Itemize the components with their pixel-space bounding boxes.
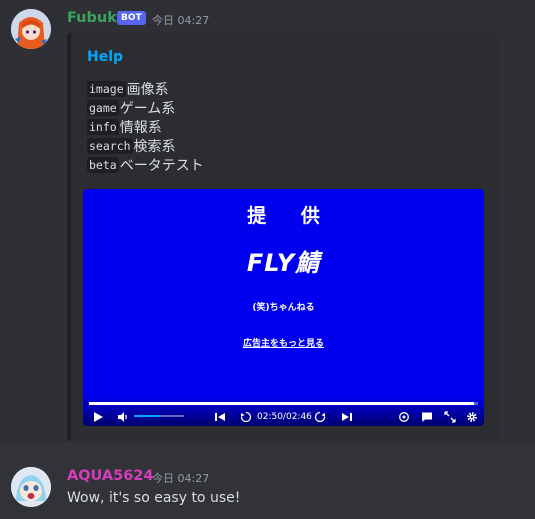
video-more-ads-link[interactable]: 広告主をもっと見る [83, 336, 484, 349]
command-row: info 情報系 [87, 117, 204, 136]
user-username[interactable]: AQUA5624 [67, 468, 153, 484]
command-code: search [87, 137, 133, 154]
command-desc: 検索系 [133, 138, 176, 155]
settings-gear-icon[interactable] [466, 411, 478, 423]
command-row: search 検索系 [87, 136, 204, 155]
bot-badge: BOT [117, 11, 146, 25]
command-code: image [87, 80, 126, 97]
command-list: image 画像系 game ゲーム系 info 情報系 search 検索系 … [87, 79, 204, 174]
video-progress-track[interactable] [89, 402, 478, 405]
command-desc: 画像系 [126, 81, 169, 98]
video-sponsor-text: (笑)ちゃんねる [252, 303, 315, 313]
video-logo-text: FLY鯖 [246, 249, 321, 277]
rewind-icon[interactable] [240, 411, 252, 423]
command-desc: 情報系 [119, 119, 162, 136]
volume-slider-fill [134, 415, 159, 417]
video-player[interactable]: 提 供 FLY鯖 (笑)ちゃんねる 広告主をもっと見る 02:50/02:46 [83, 189, 484, 426]
command-row: game ゲーム系 [87, 98, 204, 117]
volume-slider[interactable] [134, 415, 184, 417]
captions-icon[interactable] [421, 411, 433, 423]
command-row: beta ベータテスト [87, 155, 204, 174]
message-timestamp: 今日 04:27 [152, 14, 210, 27]
bot-username[interactable]: Fubuki [67, 10, 122, 26]
message-timestamp: 今日 04:27 [152, 472, 210, 485]
command-row: image 画像系 [87, 79, 204, 98]
command-code: game [87, 99, 119, 116]
command-desc: ベータテスト [119, 157, 204, 174]
fullscreen-icon[interactable] [444, 411, 456, 423]
previous-icon[interactable] [214, 411, 226, 423]
embed-title: Help [87, 49, 124, 65]
video-provided-text: 提 供 [247, 205, 334, 227]
video-time: 02:50/02:46 [257, 412, 312, 422]
loop-icon[interactable] [398, 411, 410, 423]
bot-avatar[interactable] [11, 9, 51, 49]
volume-icon[interactable] [117, 411, 129, 423]
command-desc: ゲーム系 [119, 100, 176, 117]
next-icon[interactable] [341, 411, 353, 423]
user-avatar[interactable] [11, 467, 51, 507]
forward-icon[interactable] [314, 411, 326, 423]
command-code: beta [87, 156, 119, 173]
video-progress-fill [89, 402, 475, 405]
message-text: Wow, it's so easy to use! [67, 490, 241, 506]
play-icon[interactable] [92, 411, 104, 423]
command-code: info [87, 118, 119, 135]
